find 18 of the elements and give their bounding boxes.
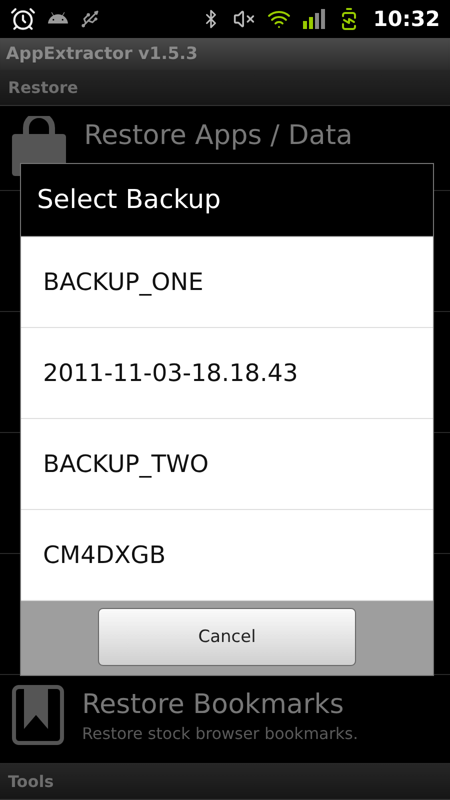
- app-title: AppExtractor v1.5.3: [6, 44, 198, 64]
- backup-option[interactable]: CM4DXGB: [21, 510, 433, 601]
- usb-icon: [80, 9, 100, 29]
- section-header: Tools: [8, 772, 54, 791]
- dialog-title: Select Backup: [37, 185, 221, 215]
- bookmark-icon: [12, 685, 64, 745]
- signal-icon: [303, 9, 326, 29]
- item-title[interactable]: Restore Bookmarks: [82, 689, 358, 720]
- alarm-icon: [10, 6, 36, 32]
- backup-option[interactable]: BACKUP_TWO: [21, 419, 433, 510]
- mute-icon: [233, 8, 256, 30]
- backup-option[interactable]: BACKUP_ONE: [21, 237, 433, 328]
- item-subtitle: Restore stock browser bookmarks.: [82, 724, 358, 744]
- section-header: Restore: [8, 78, 78, 97]
- status-time: 10:32: [373, 7, 440, 31]
- cancel-button[interactable]: Cancel: [98, 608, 356, 666]
- backup-option[interactable]: 2011-11-03-18.18.43: [21, 328, 433, 419]
- item-title[interactable]: Restore Apps / Data: [84, 120, 353, 151]
